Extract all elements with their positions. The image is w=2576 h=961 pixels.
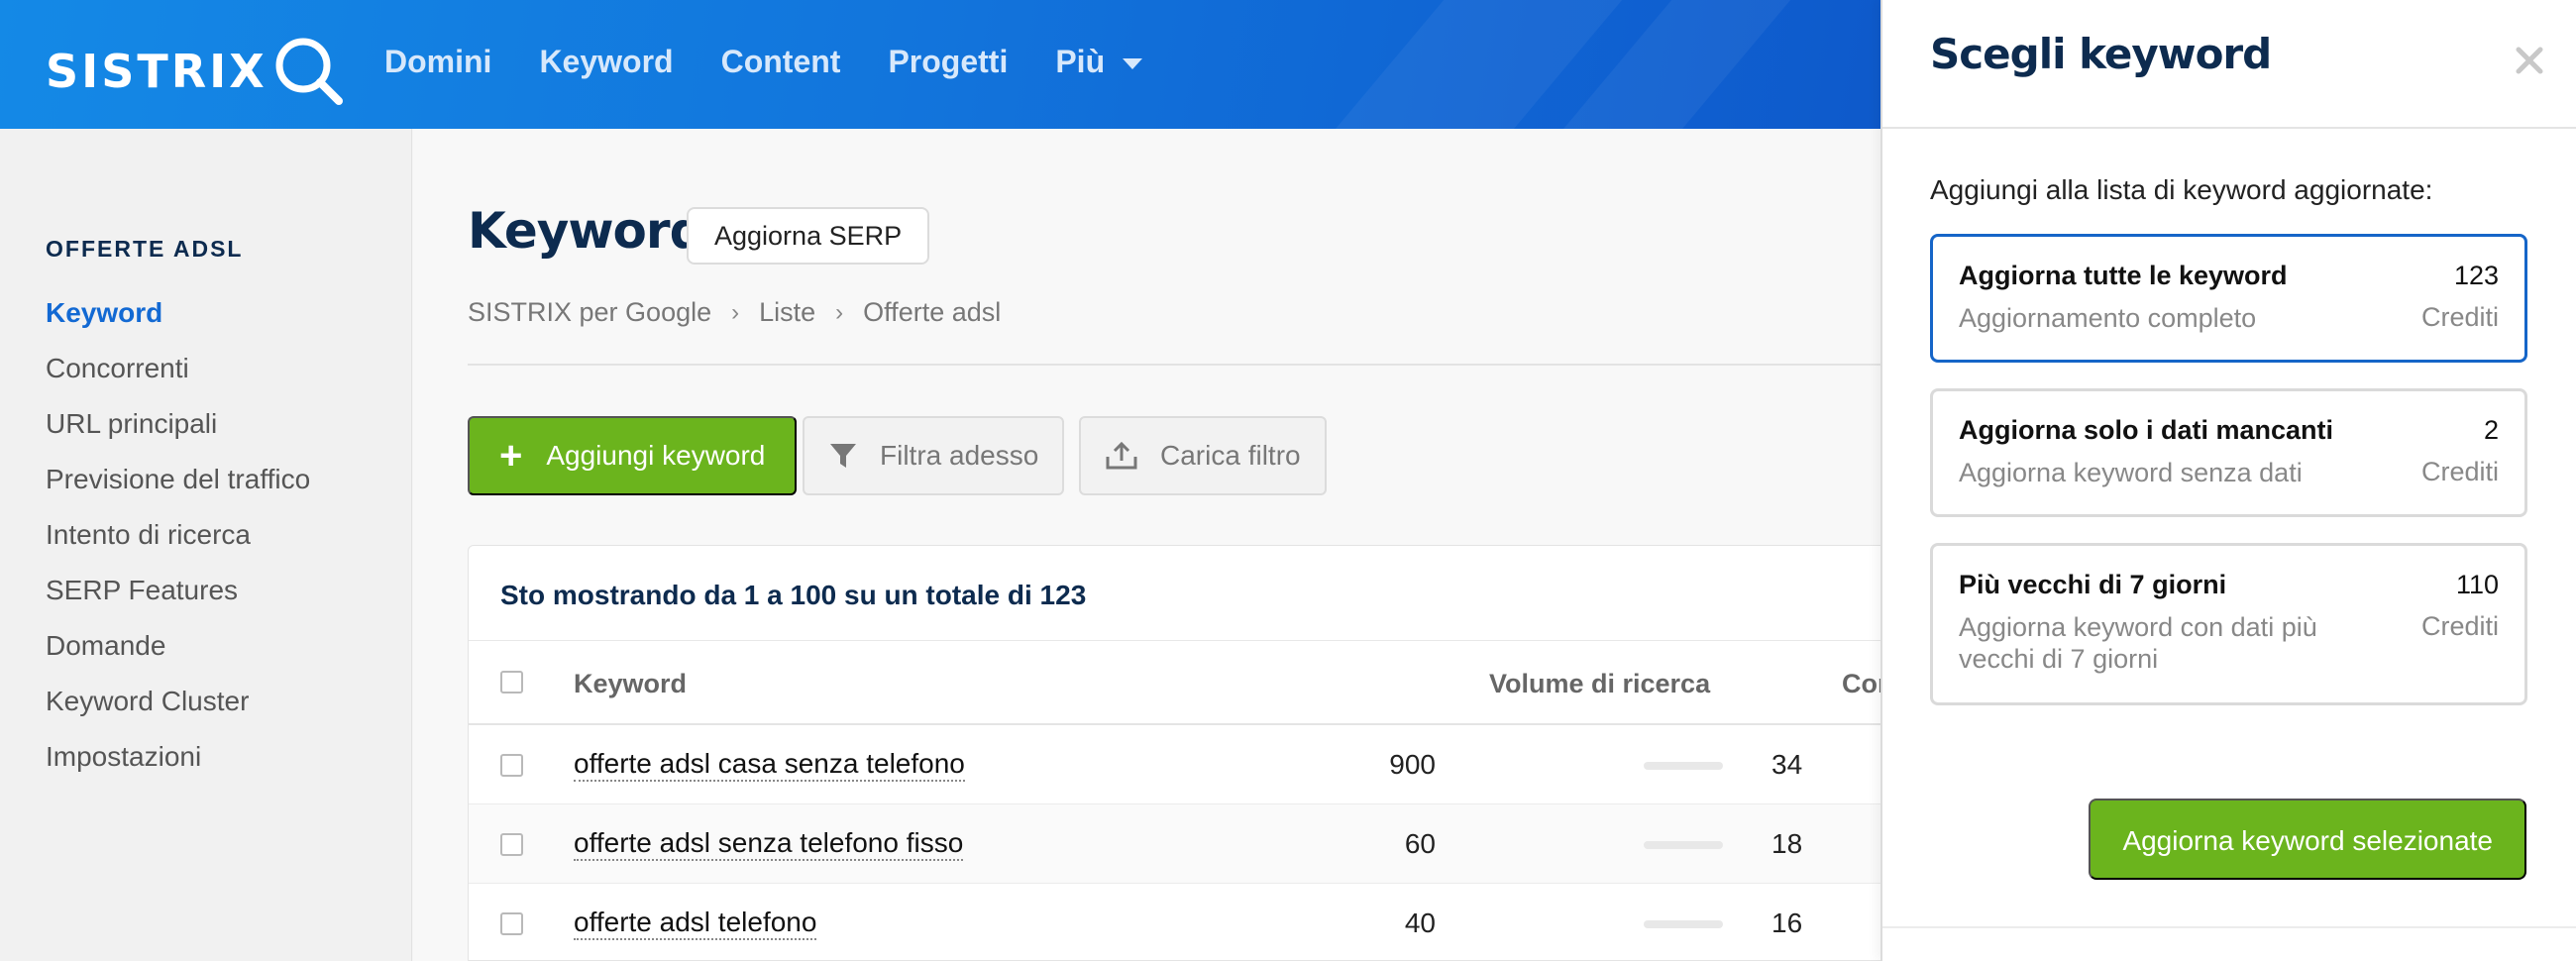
volume-bar: [1644, 920, 1723, 928]
main-content: Keyword Aggiorna SERP SISTRIX per Google…: [413, 129, 1946, 961]
sistrix-logo[interactable]: SISTRIX: [46, 36, 345, 107]
upload-icon: [1106, 441, 1137, 470]
keyword-link[interactable]: offerte adsl telefono: [574, 907, 817, 940]
volume-bar: [1644, 841, 1723, 849]
load-filter-button[interactable]: Carica filtro: [1079, 416, 1327, 495]
search-volume: 40: [1404, 908, 1436, 938]
update-selected-keywords-button[interactable]: Aggiorna keyword selezionate: [2089, 799, 2526, 880]
sidebar-item-keyword[interactable]: Keyword: [46, 285, 310, 341]
search-volume: 900: [1389, 749, 1436, 780]
option-count: 123: [2453, 261, 2499, 290]
option-credits: Crediti: [2420, 457, 2499, 486]
chevron-right-icon: ›: [731, 298, 740, 326]
sidebar-item-keyword-cluster[interactable]: Keyword Cluster: [46, 674, 310, 729]
table-row: offerte adsl telefono 40 16: [469, 884, 1881, 961]
table-header: Keyword Volume di ricerca Concorr: [469, 640, 1946, 725]
row-checkbox[interactable]: [500, 754, 523, 777]
search-logo-icon: [275, 38, 343, 105]
add-keyword-button[interactable]: + Aggiungi keyword: [468, 416, 798, 495]
filter-icon: [830, 444, 856, 468]
close-icon[interactable]: [2513, 44, 2546, 77]
option-title: Aggiorna solo i dati mancanti: [1959, 415, 2334, 445]
column-header-volume[interactable]: Volume di ricerca: [1489, 669, 1710, 699]
table-row: offerte adsl casa senza telefono 900 34: [469, 725, 1881, 804]
panel-subtitle: Aggiungi alla lista di keyword aggiornat…: [1930, 174, 2433, 205]
chevron-right-icon: ›: [835, 298, 844, 326]
nav-more-label: Più: [1055, 44, 1106, 79]
add-keyword-label: Aggiungi keyword: [546, 440, 766, 471]
nav-item-keyword[interactable]: Keyword: [539, 44, 673, 80]
sidebar-menu: Keyword Concorrenti URL principali Previ…: [46, 285, 310, 785]
refresh-serp-button[interactable]: Aggiorna SERP: [687, 207, 930, 265]
competition-value: 34: [1771, 749, 1803, 780]
option-update-missing[interactable]: Aggiorna solo i dati mancanti 2 Aggiorna…: [1930, 388, 2527, 517]
sidebar-heading: OFFERTE ADSL: [46, 236, 244, 262]
nav-item-more[interactable]: Più: [1055, 44, 1143, 80]
nav-item-content[interactable]: Content: [721, 44, 841, 80]
table-summary: Sto mostrando da 1 a 100 su un totale di…: [500, 580, 1087, 610]
nav-item-domini[interactable]: Domini: [384, 44, 491, 80]
keyword-link[interactable]: offerte adsl casa senza telefono: [574, 748, 965, 782]
sidebar-item-impostazioni[interactable]: Impostazioni: [46, 729, 310, 785]
competition-value: 16: [1771, 908, 1803, 938]
option-credits: Crediti: [2420, 302, 2499, 332]
breadcrumb-item[interactable]: Liste: [759, 297, 815, 328]
sidebar-item-domande[interactable]: Domande: [46, 618, 310, 674]
panel-header: Scegli keyword: [1882, 0, 2576, 129]
option-count: 110: [2455, 570, 2499, 599]
page-title: Keyword: [468, 202, 704, 260]
logo-text: SISTRIX: [46, 45, 268, 98]
caret-down-icon: [1123, 58, 1143, 69]
option-description: Aggiorna keyword senza dati: [1959, 458, 2303, 487]
option-description: Aggiornamento completo: [1959, 303, 2257, 333]
sidebar-item-url-principali[interactable]: URL principali: [46, 396, 310, 452]
option-count: 2: [2483, 415, 2499, 445]
sidebar-item-intento-ricerca[interactable]: Intento di ricerca: [46, 507, 310, 563]
sidebar-item-concorrenti[interactable]: Concorrenti: [46, 341, 310, 396]
nav-item-progetti[interactable]: Progetti: [888, 44, 1008, 80]
keyword-table: Sto mostrando da 1 a 100 su un totale di…: [468, 545, 1946, 961]
row-checkbox[interactable]: [500, 912, 523, 935]
competition-value: 18: [1771, 828, 1803, 859]
sidebar: OFFERTE ADSL Keyword Concorrenti URL pri…: [0, 129, 412, 961]
table-row: offerte adsl senza telefono fisso 60 18: [469, 804, 1881, 884]
option-description: Aggiorna keyword con dati più vecchi di …: [1959, 612, 2317, 674]
sidebar-item-previsione-traffico[interactable]: Previsione del traffico: [46, 452, 310, 507]
option-update-all[interactable]: Aggiorna tutte le keyword 123 Aggiorname…: [1930, 234, 2527, 363]
main-nav: Domini Keyword Content Progetti Più: [384, 44, 1190, 80]
plus-icon: +: [499, 434, 523, 478]
breadcrumb-item: Offerte adsl: [863, 297, 1002, 327]
option-title: Più vecchi di 7 giorni: [1959, 570, 2227, 599]
filter-button[interactable]: Filtra adesso: [803, 416, 1065, 495]
breadcrumb: SISTRIX per Google › Liste › Offerte ads…: [468, 297, 1001, 328]
option-older-than-7-days[interactable]: Più vecchi di 7 giorni 110 Aggiorna keyw…: [1930, 543, 2527, 705]
option-title: Aggiorna tutte le keyword: [1959, 261, 2288, 290]
filter-label: Filtra adesso: [880, 440, 1039, 471]
column-header-keyword[interactable]: Keyword: [574, 669, 687, 699]
breadcrumb-item[interactable]: SISTRIX per Google: [468, 297, 711, 328]
panel-title: Scegli keyword: [1930, 30, 2272, 78]
choose-keyword-panel: Scegli keyword Aggiungi alla lista di ke…: [1880, 0, 2576, 961]
option-credits: Crediti: [2420, 611, 2499, 641]
divider: [468, 364, 1882, 366]
sidebar-item-serp-features[interactable]: SERP Features: [46, 563, 310, 618]
load-filter-label: Carica filtro: [1160, 440, 1301, 471]
row-checkbox[interactable]: [500, 833, 523, 856]
volume-bar: [1644, 762, 1723, 770]
search-volume: 60: [1404, 828, 1436, 859]
select-all-checkbox[interactable]: [500, 671, 523, 694]
panel-footer-divider: [1882, 926, 2576, 928]
keyword-link[interactable]: offerte adsl senza telefono fisso: [574, 827, 964, 861]
